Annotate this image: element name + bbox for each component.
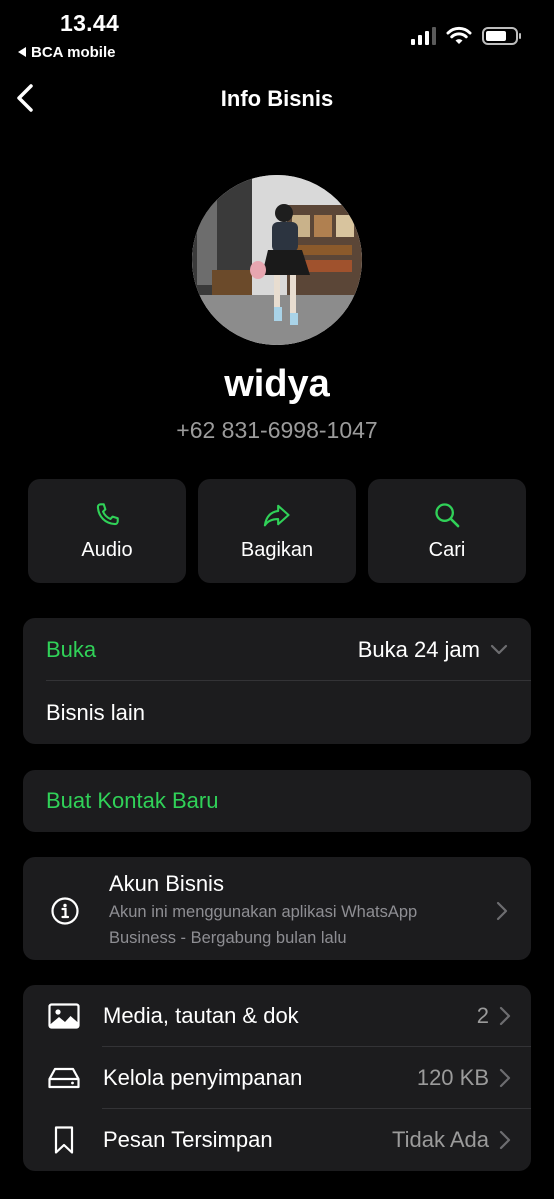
saved-messages-label: Pesan Tersimpan [103, 1127, 273, 1152]
status-icons [411, 26, 521, 46]
chevron-right-icon [499, 1006, 511, 1026]
open-hours-value: Buka 24 jam [358, 637, 508, 663]
phone-icon [96, 502, 119, 525]
storage-icon [47, 1061, 81, 1095]
media-links-docs-label: Media, tautan & dok [103, 1003, 299, 1028]
open-status-label: Buka [46, 636, 97, 662]
action-buttons: Audio Bagikan Cari [28, 479, 526, 583]
status-time: 13.44 [60, 10, 120, 36]
storage-size-value: 120 KB [416, 1065, 489, 1090]
battery-icon [482, 27, 521, 45]
page-title: Info Bisnis [220, 86, 334, 111]
profile-name: widya [224, 363, 330, 405]
business-account-subtitle: Akun ini menggunakan aplikasi WhatsApp B… [109, 903, 418, 947]
image-icon [47, 999, 81, 1033]
search-button[interactable]: Cari [368, 479, 526, 583]
search-icon [435, 502, 460, 527]
saved-messages-row[interactable]: Pesan Tersimpan Tidak Ada [23, 1109, 531, 1171]
new-contact-card: Buat Kontak Baru [23, 770, 531, 832]
wifi-icon [446, 26, 472, 44]
new-contact-button[interactable]: Buat Kontak Baru [23, 770, 531, 832]
open-hours-text: Buka 24 jam [357, 636, 480, 662]
new-contact-label: Buat Kontak Baru [46, 788, 219, 813]
business-hours-row[interactable]: Buka Buka 24 jam [23, 618, 531, 681]
media-count-value: 2 [476, 1003, 489, 1028]
media-links-docs-row[interactable]: Media, tautan & dok 2 [23, 985, 531, 1047]
signal-icon [411, 27, 436, 45]
avatar-photo [192, 175, 362, 345]
profile-phone: +62 831-6998-1047 [176, 417, 378, 443]
saved-messages-value: Tidak Ada [391, 1127, 489, 1152]
business-account-card: Akun Bisnis Akun ini menggunakan aplikas… [23, 857, 531, 960]
chevron-right-icon [496, 901, 508, 921]
media-count: 2 [477, 1003, 511, 1029]
other-business-label: Bisnis lain [46, 699, 146, 725]
business-account-title: Akun Bisnis [109, 871, 224, 896]
chevron-down-icon [490, 644, 508, 654]
back-app-label: BCA mobile [31, 44, 116, 61]
media-storage-card: Media, tautan & dok 2 Kelola penyimpanan… [23, 985, 531, 1171]
share-label: Bagikan [240, 538, 314, 561]
storage-size: 120 KB [417, 1065, 511, 1091]
manage-storage-row[interactable]: Kelola penyimpanan 120 KB [23, 1047, 531, 1109]
back-to-app-link[interactable]: BCA mobile [18, 44, 115, 61]
info-icon [49, 895, 81, 927]
audio-call-button[interactable]: Audio [28, 479, 186, 583]
search-label: Cari [428, 538, 466, 561]
business-account-text: Akun Bisnis Akun ini menggunakan aplikas… [109, 871, 479, 951]
business-hours-card: Buka Buka 24 jam Bisnis lain [23, 618, 531, 744]
share-button[interactable]: Bagikan [198, 479, 356, 583]
profile-avatar[interactable] [192, 175, 362, 345]
back-triangle-icon [18, 47, 26, 57]
manage-storage-label: Kelola penyimpanan [103, 1065, 303, 1090]
saved-messages-status: Tidak Ada [392, 1127, 511, 1153]
chevron-right-icon [499, 1130, 511, 1150]
share-icon [263, 504, 290, 526]
audio-label: Audio [81, 538, 133, 561]
chevron-right-icon [499, 1068, 511, 1088]
other-business-row[interactable]: Bisnis lain [23, 681, 531, 744]
bookmark-icon [47, 1123, 81, 1157]
business-account-row[interactable]: Akun Bisnis Akun ini menggunakan aplikas… [23, 857, 531, 963]
